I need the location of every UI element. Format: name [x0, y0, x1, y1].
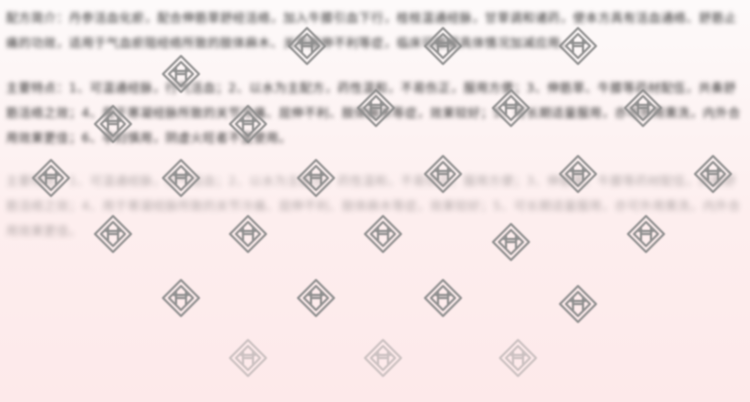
intro-paragraph: 配方简介：丹参活血化瘀，配合伸筋草舒经活络，加入牛膝引血下行，桂枝温通经脉，甘草…	[6, 11, 737, 50]
seal-logo-icon	[296, 278, 336, 318]
seal-logo-icon	[558, 284, 598, 324]
seal-logo-icon	[228, 338, 268, 378]
seal-logo-icon	[161, 278, 201, 318]
seal-logo-icon	[363, 338, 403, 378]
features-paragraph: 主要特点：1、可温通经脉，行气活血；2、以水为主配方，药性温和，不易伤正，服用方…	[6, 81, 741, 145]
seal-logo-icon	[498, 338, 538, 378]
document-body: 配方简介：丹参活血化瘀，配合伸筋草舒经活络，加入牛膝引血下行，桂枝温通经脉，甘草…	[6, 6, 744, 244]
seal-logo-icon	[423, 278, 463, 318]
features-paragraph-faded: 主要特点：1、可温通经脉，行气活血；2、以水为主配方，药性温和，不易伤正，服用方…	[6, 174, 741, 238]
